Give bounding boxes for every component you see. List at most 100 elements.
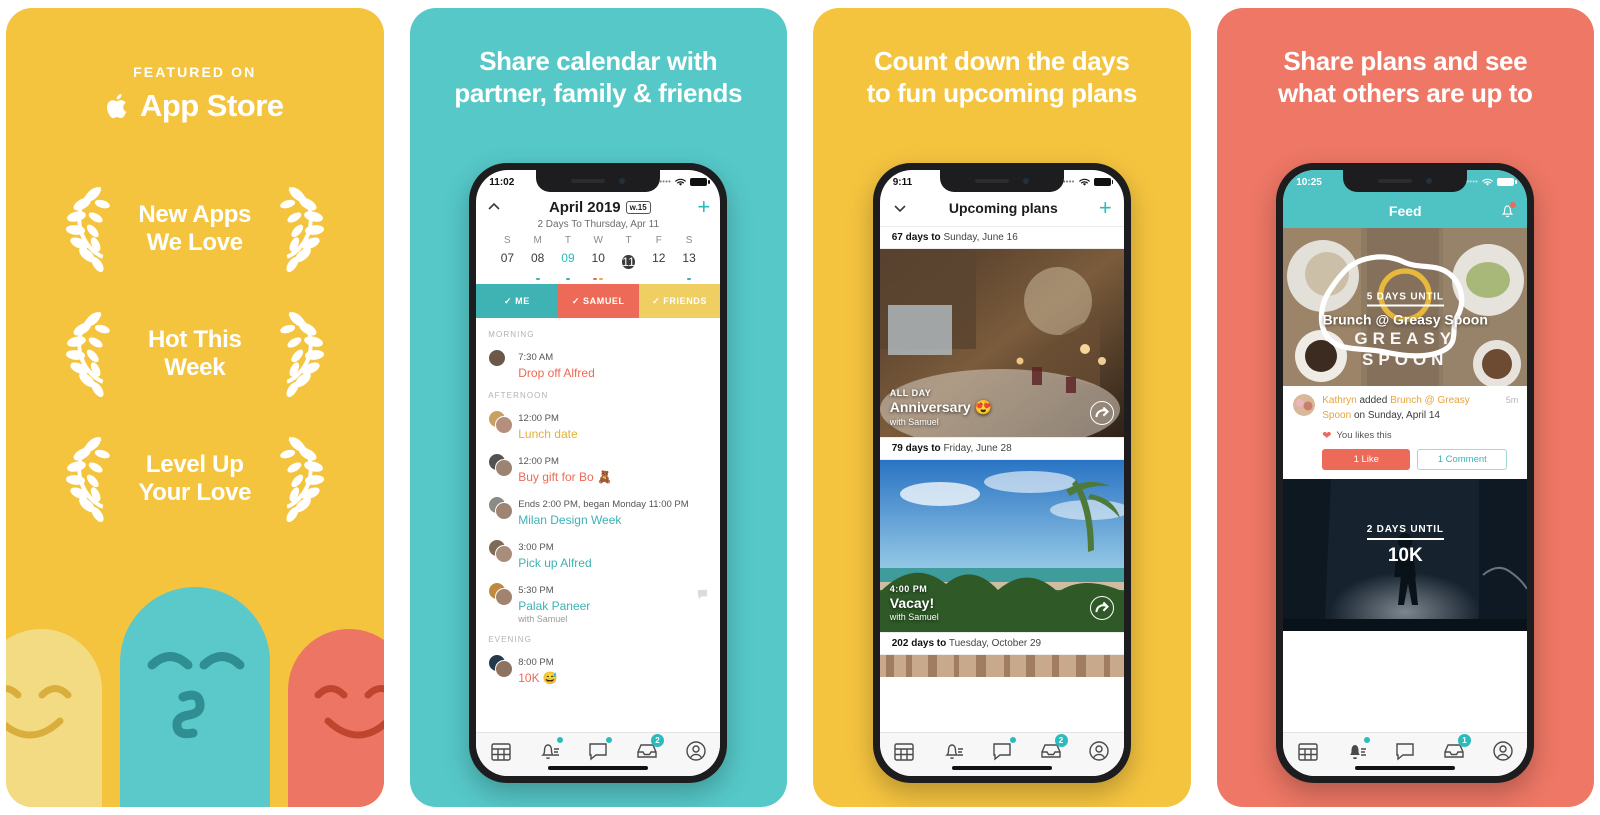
award-label: Level Up Your Love (138, 450, 252, 506)
tab-notifications[interactable] (534, 736, 564, 763)
tab-profile[interactable] (681, 739, 711, 763)
signal-dots-icon: •••• (1466, 178, 1479, 186)
agenda-event-row[interactable]: Ends 2:00 PM, began Monday 11:00 PM Mila… (476, 489, 720, 532)
avatar (488, 654, 514, 678)
tab-chat[interactable] (1390, 739, 1420, 763)
mascot-faces (6, 567, 384, 807)
calendar-day[interactable]: 09 (553, 251, 583, 280)
tab-badge: 1 (1458, 733, 1472, 747)
filter-me[interactable]: ✓ ME (476, 284, 558, 318)
avatar (488, 453, 514, 477)
status-time: 10:25 (1296, 176, 1322, 188)
post-countdown-overlay: 5 DAYS UNTIL Brunch @ Greasy Spoon (1283, 287, 1527, 328)
home-indicator (951, 766, 1052, 770)
tab-notifications[interactable] (1341, 736, 1371, 763)
venue-wordmark: GREASY SPOON (1354, 328, 1457, 369)
award-badge: Hot This Week (6, 308, 384, 400)
tab-inbox[interactable]: 2 (632, 733, 665, 763)
add-plan-button[interactable]: + (1099, 197, 1112, 219)
share-plan-button[interactable] (1089, 401, 1114, 425)
status-time: 11:02 (489, 176, 515, 188)
panel-headline: Share calendar with partner, family & fr… (454, 46, 743, 108)
collapse-chevron-icon[interactable] (486, 199, 502, 215)
tab-calendar[interactable] (486, 739, 516, 763)
mascot-coral (287, 629, 384, 807)
calendar-day[interactable]: 07 (492, 251, 522, 280)
panel-headline: Count down the days to fun upcoming plan… (866, 46, 1138, 108)
calendar-day[interactable]: 10 (583, 251, 613, 280)
filter-friends[interactable]: ✓ FRIENDS (638, 284, 721, 318)
laurel-left-icon (58, 308, 116, 400)
post-author[interactable]: Kathryn (1322, 395, 1356, 406)
award-badge: Level Up Your Love (6, 433, 384, 525)
feed-post-body: 5m Kathryn added Brunch @ Greasy Spoon o… (1283, 386, 1527, 479)
agenda-event-row[interactable]: 12:00 PM Buy gift for Bo 🧸 (476, 446, 720, 489)
apple-logo-icon (106, 93, 127, 118)
laurel-left-icon (58, 433, 116, 525)
like-button[interactable]: 1 Like (1322, 449, 1411, 470)
tab-chat[interactable] (583, 736, 613, 763)
share-arrow-icon (1095, 601, 1109, 613)
tab-calendar[interactable] (889, 739, 919, 763)
countdown-bar: 202 days to Tuesday, October 29 (879, 632, 1124, 655)
notification-dot (1009, 736, 1016, 743)
event-title: 10K 😅 (518, 671, 558, 685)
countdown-date: Friday, June 28 (943, 443, 1012, 454)
filter-samuel[interactable]: ✓ SAMUEL (557, 284, 639, 318)
plans-title: Upcoming plans (948, 200, 1058, 216)
expand-chevron-icon[interactable] (892, 200, 908, 216)
calendar-day[interactable]: 13 (674, 251, 704, 280)
feed-post-image[interactable]: 5 DAYS UNTIL Brunch @ Greasy Spoon GREAS… (1283, 228, 1528, 386)
tab-chat[interactable] (987, 736, 1017, 763)
plan-kicker: ALL DAY (889, 388, 932, 398)
avatar (488, 582, 514, 606)
tab-inbox[interactable]: 1 (1439, 733, 1472, 763)
event-time: 12:00 PM (518, 413, 559, 424)
laurel-right-icon (274, 433, 332, 525)
post-likes-row: ❤ You likes this (1322, 429, 1517, 442)
feed-post-image[interactable]: 2 DAYS UNTIL 10K (1283, 479, 1528, 631)
home-indicator (548, 766, 649, 770)
agenda-section-label: EVENING (488, 635, 532, 644)
notifications-button[interactable] (1499, 201, 1518, 219)
calendar-day-today[interactable]: 11 (613, 251, 643, 280)
featured-on-label: FEATURED ON (133, 64, 257, 80)
likes-text: You likes this (1336, 430, 1392, 441)
app-store-label: App Store (139, 88, 284, 123)
panel-share-calendar: Share calendar with partner, family & fr… (409, 8, 787, 807)
agenda-event-row[interactable]: 7:30 AM Drop off Alfred (476, 342, 720, 385)
agenda-event-row[interactable]: 3:00 PM Pick up Alfred (476, 532, 720, 575)
agenda-event-row[interactable]: 8:00 PM 10K 😅 (476, 647, 720, 690)
tab-inbox[interactable]: 2 (1036, 733, 1068, 763)
bell-list-icon (945, 743, 963, 759)
agenda-event-row[interactable]: 5:30 PM Palak Paneer with Samuel (476, 575, 720, 629)
tab-profile[interactable] (1084, 739, 1114, 763)
plan-card[interactable]: ALL DAY Anniversary 😍 with Samuel (879, 249, 1124, 437)
profile-icon (1089, 740, 1110, 761)
notification-dot (1364, 736, 1371, 743)
comment-button[interactable]: 1 Comment (1417, 449, 1508, 470)
event-title: Pick up Alfred (518, 556, 592, 570)
tab-badge: 2 (1054, 733, 1068, 747)
award-label: New Apps We Love (138, 200, 252, 256)
agenda-event-row[interactable]: 12:00 PM Lunch date (476, 403, 720, 446)
post-countdown-overlay: 2 DAYS UNTIL 10K (1283, 519, 1527, 567)
day-of-week-row: S M T W T F S (504, 235, 693, 246)
event-time: 12:00 PM (518, 456, 559, 467)
home-indicator (1355, 766, 1456, 770)
plan-participants: with Samuel (889, 417, 939, 427)
tab-calendar[interactable] (1293, 739, 1323, 763)
chat-bubble-icon[interactable] (697, 589, 708, 600)
add-event-button[interactable]: + (697, 196, 710, 218)
plan-card-partial[interactable] (879, 655, 1124, 677)
mascot-teal (119, 587, 270, 807)
screenshot-gallery: FEATURED ON App Store New Apps We Love H… (0, 0, 1600, 815)
calendar-day[interactable]: 12 (644, 251, 674, 280)
calendar-day[interactable]: 08 (523, 251, 553, 280)
calendar-icon (1297, 742, 1318, 761)
plan-card[interactable]: 4:00 PM Vacay! with Samuel (879, 460, 1124, 632)
tab-profile[interactable] (1488, 739, 1518, 763)
share-plan-button[interactable] (1089, 596, 1114, 620)
tab-notifications[interactable] (938, 739, 968, 763)
calendar-icon (490, 742, 511, 761)
